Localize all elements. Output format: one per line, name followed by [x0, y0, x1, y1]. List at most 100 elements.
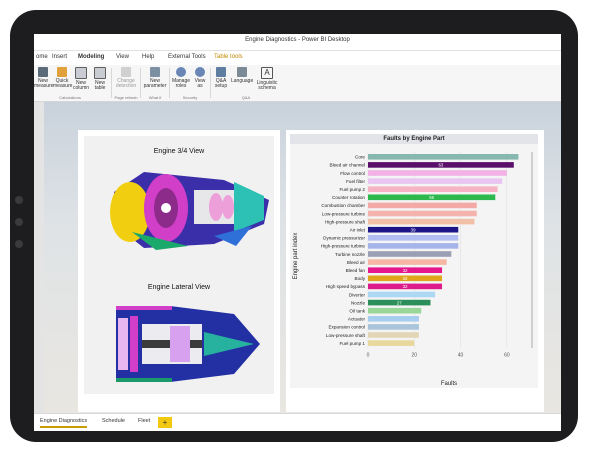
category-label: High-pressure turbine — [321, 244, 366, 249]
bar-data-label: 27 — [397, 300, 402, 305]
calculator-icon — [38, 67, 48, 77]
bar[interactable] — [368, 340, 415, 346]
category-label: Bleed air — [347, 260, 366, 265]
bar-series: 63 55 39 32 32 32 27 — [368, 154, 519, 346]
category-label: Bleed air channel — [330, 163, 366, 168]
quick-measure-button[interactable]: Quick measure — [53, 67, 73, 89]
engine-views-visual[interactable]: Engine 3/4 View Engine Lateral View — [78, 130, 280, 412]
y-axis-label: Engine part index — [293, 233, 299, 280]
language-label: Language — [231, 78, 254, 84]
ribbon-divider — [169, 68, 170, 98]
faults-bar-chart[interactable]: 63 55 39 32 32 32 27 Core Bleed air channel Flow… — [290, 144, 538, 388]
engine-views-inner: Engine 3/4 View Engine Lateral View — [84, 136, 274, 394]
category-label: High speed bypass — [326, 284, 366, 289]
new-column-button[interactable]: New column — [72, 67, 90, 91]
engine-lateral-title: Engine Lateral View — [147, 284, 211, 291]
category-label: Low-pressure turbine — [322, 211, 366, 216]
x-tick-label: 0 — [367, 352, 370, 358]
category-label: Counter rotation — [332, 195, 365, 200]
ribbon-divider — [140, 68, 141, 98]
new-parameter-button[interactable]: New parameter — [143, 67, 167, 89]
category-label: Body — [355, 276, 366, 281]
change-detection-button[interactable]: Change detection — [114, 67, 138, 89]
bar[interactable] — [368, 332, 419, 338]
faults-chart-visual[interactable]: Faults by Engine Part 63 55 39 32 32 32 27 Cor… — [286, 130, 544, 412]
bar[interactable] — [368, 251, 452, 257]
manage-roles-button[interactable]: Manage roles — [171, 67, 191, 89]
new-table-button[interactable]: New table — [91, 67, 109, 91]
chart-title: Faults by Engine Part — [290, 134, 538, 144]
view-as-button[interactable]: View as — [192, 67, 208, 89]
new-measure-button[interactable]: New measure — [34, 67, 54, 89]
column-icon — [75, 67, 87, 79]
menu-external-tools[interactable]: External Tools — [168, 54, 206, 60]
group-calculations: Calculations — [59, 95, 81, 100]
language-icon — [237, 67, 247, 77]
qa-setup-label: Q&A setup — [214, 78, 228, 89]
bar[interactable] — [368, 178, 503, 184]
engine-34-image[interactable] — [104, 162, 274, 254]
bar[interactable] — [368, 243, 459, 249]
bar[interactable] — [368, 316, 419, 322]
quick-measure-label: Quick measure — [53, 78, 73, 89]
menu-modeling[interactable]: Modeling — [78, 54, 104, 60]
letter-a-icon: A — [261, 67, 273, 79]
engine-lateral-image[interactable] — [114, 304, 264, 384]
menu-home[interactable]: ome — [36, 54, 48, 60]
bar[interactable] — [368, 218, 475, 225]
bar[interactable] — [368, 154, 519, 160]
bar[interactable] — [368, 307, 422, 314]
tablet-frame: Engine Diagnostics - Power BI Desktop om… — [10, 10, 578, 442]
qa-icon — [216, 67, 226, 77]
category-label: Diverter — [349, 292, 366, 297]
menu-help[interactable]: Help — [142, 54, 154, 60]
title-bar: Engine Diagnostics - Power BI Desktop — [34, 34, 561, 51]
tab-schedule[interactable]: Schedule — [102, 418, 125, 424]
menu-bar: ome Insert Modeling View Help External T… — [34, 51, 561, 65]
view-as-label: View as — [194, 78, 206, 89]
category-label: Oil tank — [349, 309, 365, 314]
category-label: Bleed fan — [346, 268, 366, 273]
chart-scrollbar[interactable] — [531, 152, 533, 348]
category-label: Low-pressure shaft — [326, 333, 366, 338]
bar[interactable] — [368, 170, 507, 176]
add-page-button[interactable]: + — [158, 417, 172, 428]
bar[interactable] — [368, 324, 419, 330]
group-page-refresh: Page refresh — [114, 95, 138, 100]
group-what-if: What if — [148, 95, 162, 100]
table-icon — [94, 67, 106, 79]
new-column-label: New column — [72, 80, 90, 91]
bar[interactable] — [368, 202, 477, 209]
ribbon-divider — [111, 68, 112, 98]
app-screen: Engine Diagnostics - Power BI Desktop om… — [34, 34, 561, 431]
category-label: High-pressure shaft — [325, 219, 366, 224]
menu-insert[interactable]: Insert — [52, 54, 67, 60]
x-tick-labels: 0 20 40 60 — [367, 352, 510, 358]
bar-data-label: 39 — [411, 228, 416, 233]
category-label: Nozzle — [351, 300, 365, 305]
qa-setup-button[interactable]: Q&A setup — [212, 67, 230, 89]
bar[interactable] — [368, 235, 459, 241]
bar-data-label: 32 — [403, 276, 408, 281]
x-tick-label: 20 — [412, 352, 418, 358]
bar[interactable] — [368, 291, 436, 298]
new-measure-label: New measure — [34, 78, 54, 89]
category-label: Air inlet — [350, 228, 366, 233]
category-label: Fuel pump 2 — [339, 187, 365, 192]
menu-view[interactable]: View — [116, 54, 129, 60]
bar[interactable] — [368, 186, 498, 192]
sensor-dot — [15, 240, 23, 248]
tab-fleet[interactable]: Fleet — [138, 418, 150, 424]
new-parameter-label: New parameter — [143, 78, 167, 89]
change-detection-label: Change detection — [115, 78, 137, 89]
menu-table-tools[interactable]: Table tools — [214, 54, 243, 60]
tab-engine-diagnostics[interactable]: Engine Diagnostics — [40, 418, 88, 428]
linguistic-schema-button[interactable]: A Linguistic schema — [254, 67, 280, 91]
view-switcher-strip — [34, 102, 44, 413]
window-title: Engine Diagnostics - Power BI Desktop — [245, 37, 350, 43]
bar[interactable] — [368, 210, 477, 217]
category-label: Flow control — [340, 171, 365, 176]
bar[interactable] — [368, 259, 447, 265]
language-button[interactable]: Language — [231, 67, 253, 84]
category-label: Turbine nozzle — [335, 252, 365, 257]
